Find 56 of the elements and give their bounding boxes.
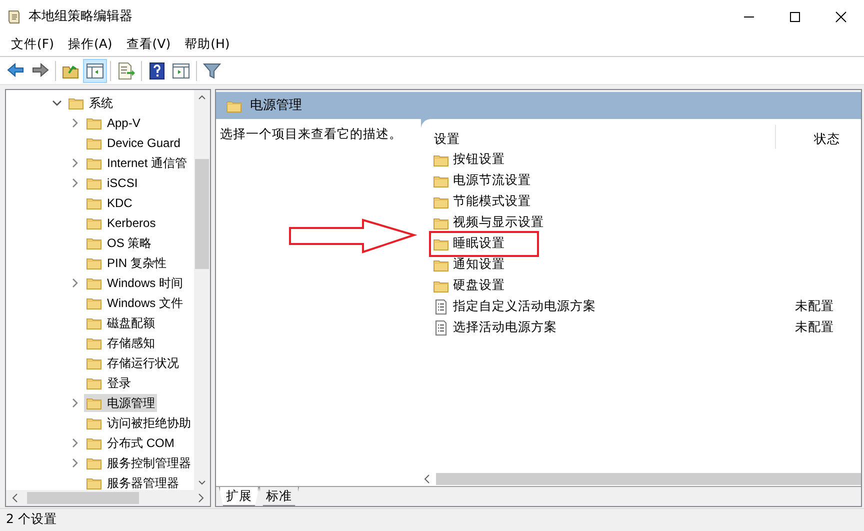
folder-item[interactable]: 通知设置 [431, 254, 861, 275]
action-pane-icon [171, 60, 191, 80]
export-list-icon [116, 60, 136, 80]
tree-item[interactable]: KDC [84, 194, 134, 212]
tree-item[interactable]: 存储运行状况 [84, 354, 181, 372]
tree-item[interactable]: 分布式 COM [84, 434, 176, 452]
tree-pane-icon [85, 60, 105, 80]
column-header[interactable]: 设置 [421, 130, 775, 149]
help-icon [147, 60, 167, 80]
app-icon [6, 8, 22, 24]
tree-item[interactable]: 服务器管理器 [84, 474, 181, 490]
description-text: 选择一个项目来查看它的描述。 [220, 126, 402, 141]
tree-item[interactable]: Kerberos [84, 214, 158, 232]
close-icon [835, 10, 847, 22]
tree-item[interactable]: Windows 时间 [84, 274, 186, 292]
tree-pane-button[interactable] [83, 58, 107, 82]
folder-item[interactable]: 睡眠设置 [429, 230, 539, 256]
folder-item[interactable]: 硬盘设置 [431, 275, 861, 296]
filter-icon [202, 60, 222, 80]
tree-item[interactable]: 系统 [66, 94, 115, 112]
scrollbar-thumb[interactable] [195, 159, 209, 269]
tree-item[interactable]: App-V [84, 114, 142, 132]
folder-item[interactable]: 节能模式设置 [431, 191, 861, 212]
view-tab[interactable]: 扩展 [219, 487, 259, 506]
pane-title: 电源管理 [250, 96, 302, 115]
scrollbar-thumb[interactable] [27, 492, 140, 504]
tree-item[interactable]: OS 策略 [84, 234, 154, 252]
tree-item[interactable]: Internet 通信管 [84, 154, 190, 172]
setting-item[interactable]: 选择活动电源方案 [431, 317, 795, 338]
folder-item[interactable]: 电源节流设置 [431, 170, 861, 191]
tree-item[interactable]: 访问被拒绝协助 [84, 414, 193, 432]
status-text: 未配置 [795, 297, 835, 316]
setting-item[interactable]: 指定自定义活动电源方案 [431, 296, 795, 317]
policy-setting-icon [433, 298, 449, 314]
tree-item[interactable]: Device Guard [84, 134, 182, 152]
menu-item[interactable]: 文件(F) [4, 34, 61, 55]
tree-item[interactable]: 登录 [84, 374, 133, 392]
status-text: 2 个设置 [6, 510, 57, 528]
tree-item[interactable]: iSCSI [84, 174, 140, 192]
policy-setting-icon [433, 320, 449, 336]
tree-item[interactable]: 存储感知 [84, 334, 157, 352]
tree-item[interactable]: 电源管理 [84, 394, 157, 412]
maximize-icon [789, 10, 801, 22]
view-tab[interactable]: 标准 [259, 487, 299, 506]
tree-item[interactable]: Windows 文件 [84, 294, 186, 312]
folder-item[interactable]: 按钮设置 [431, 149, 861, 170]
folder-item[interactable]: 视频与显示设置 [431, 212, 861, 233]
tree-item[interactable]: PIN 复杂性 [84, 254, 168, 272]
window-title: 本地组策略编辑器 [28, 8, 134, 26]
menu-item[interactable]: 帮助(H) [178, 34, 237, 55]
status-text: 未配置 [795, 318, 835, 336]
tree-item[interactable]: 磁盘配额 [84, 314, 157, 332]
column-header[interactable]: 状态 [776, 130, 861, 149]
menu-item[interactable]: 查看(V) [119, 34, 178, 55]
menu-item[interactable]: 操作(A) [60, 34, 120, 55]
tree-item[interactable]: 服务控制管理器 [84, 454, 193, 472]
